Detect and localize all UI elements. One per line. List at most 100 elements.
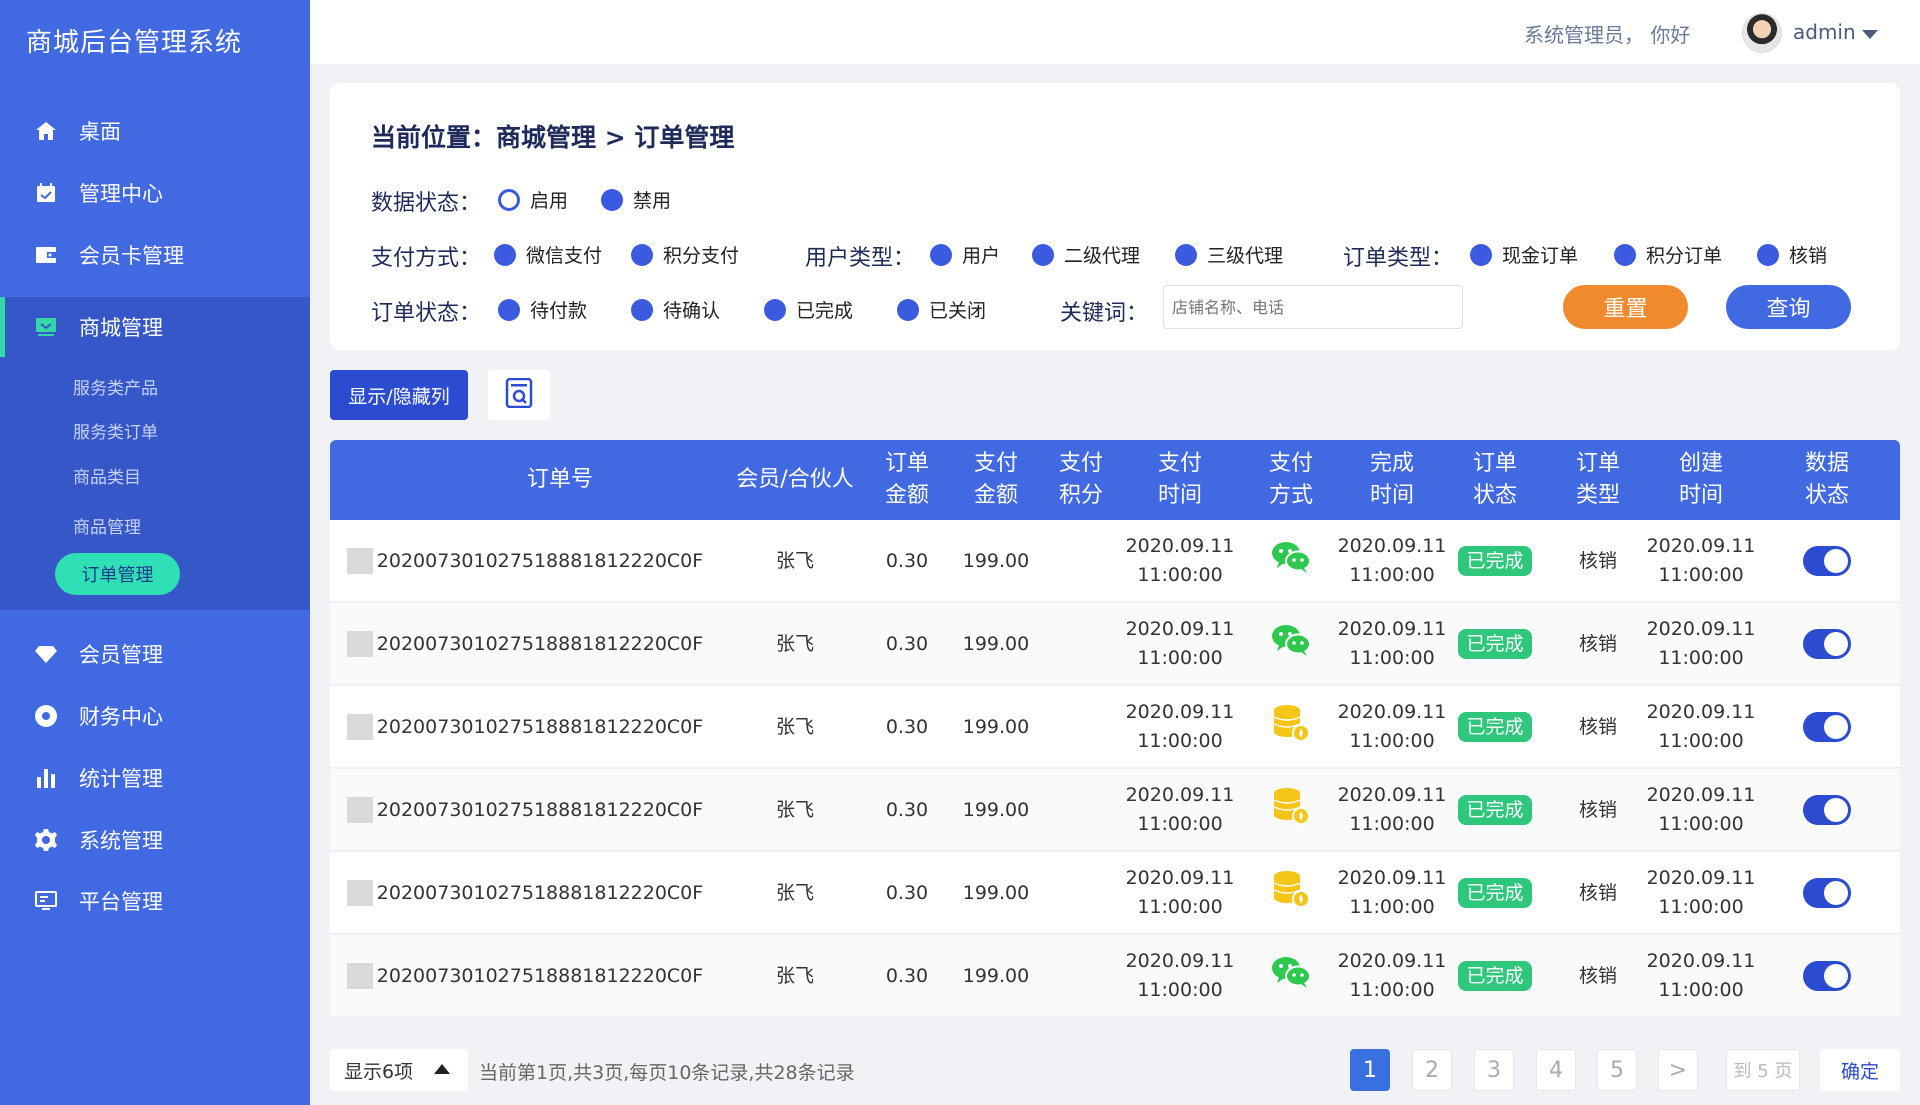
submenu-product-categories[interactable]: 商品类目 (73, 463, 141, 488)
sidebar-item-platform[interactable]: 平台管理 (0, 871, 310, 931)
option-label: 待确认 (663, 300, 721, 322)
export-button[interactable] (488, 370, 550, 420)
page-button-4[interactable]: 4 (1536, 1049, 1576, 1091)
cell-order-type: 核销 (1578, 715, 1617, 738)
home-icon (33, 118, 59, 144)
radio-filled-icon (930, 243, 952, 266)
time-text: 11:00:00 (1349, 896, 1435, 918)
cell-pay-points (1031, 603, 1131, 685)
page-size-select[interactable]: 显示6项 (330, 1049, 468, 1091)
reset-button[interactable]: 重置 (1563, 285, 1688, 329)
cell-data-status (1797, 603, 1857, 685)
sidebar-item-label: 管理中心 (79, 182, 163, 206)
status-toggle[interactable] (1803, 961, 1851, 991)
username[interactable]: admin (1793, 20, 1856, 44)
radio-status-pending-pay[interactable]: 待付款 (498, 296, 587, 323)
cell-create-time: 2020.09.11 11:00:00 (1641, 852, 1761, 934)
radio-order-type-points[interactable]: 积分订单 (1614, 241, 1722, 268)
pay-method-label: 支付方式： (371, 246, 482, 271)
radio-status-completed[interactable]: 已完成 (764, 296, 853, 323)
toggle-columns-button[interactable]: 显示/隐藏列 (330, 370, 468, 420)
cell-create-time: 2020.09.11 11:00:00 (1641, 935, 1761, 1017)
radio-order-type-cash[interactable]: 现金订单 (1470, 241, 1578, 268)
table-row: 202007301027518881812220C0F 张飞 0.30 199.… (330, 935, 1900, 1017)
sidebar-item-member-management[interactable]: 会员管理 (0, 624, 310, 684)
status-toggle[interactable] (1803, 546, 1851, 576)
table-row: 202007301027518881812220C0F 张飞 0.30 199.… (330, 769, 1900, 851)
date-text: 2020.09.11 (1337, 701, 1447, 723)
data-status-label: 数据状态： (371, 191, 482, 216)
row-checkbox[interactable] (347, 880, 373, 906)
cell-member: 张飞 (775, 715, 814, 738)
sidebar-item-label: 财务中心 (79, 705, 163, 729)
radio-user-type-level3[interactable]: 三级代理 (1175, 241, 1283, 268)
row-checkbox[interactable] (347, 548, 373, 574)
sidebar-item-member-card[interactable]: 会员卡管理 (0, 225, 310, 285)
date-text: 2020.09.11 (1646, 618, 1756, 640)
cell-finish-time: 2020.09.11 11:00:00 (1332, 603, 1452, 685)
radio-status-closed[interactable]: 已关闭 (897, 296, 986, 323)
time-text: 11:00:00 (1137, 730, 1223, 752)
radio-data-status-enabled[interactable]: 启用 (498, 186, 568, 213)
sidebar-item-admin-center[interactable]: 管理中心 (0, 163, 310, 223)
page-info: 当前第1页,共3页,每页10条记录,共28条记录 (479, 1062, 855, 1084)
page-button-3[interactable]: 3 (1474, 1049, 1514, 1091)
radio-user-type-level2[interactable]: 二级代理 (1032, 241, 1140, 268)
cell-member: 张飞 (775, 549, 814, 572)
submenu-product-management[interactable]: 商品管理 (73, 513, 141, 538)
status-toggle[interactable] (1803, 795, 1851, 825)
sidebar-item-label: 系统管理 (79, 829, 163, 853)
option-label: 积分订单 (1646, 245, 1723, 267)
option-label: 核销 (1789, 245, 1828, 267)
status-toggle[interactable] (1803, 878, 1851, 908)
status-badge: 已完成 (1458, 878, 1532, 908)
status-toggle[interactable] (1803, 712, 1851, 742)
option-label: 已关闭 (929, 300, 987, 322)
sidebar-item-system[interactable]: 系统管理 (0, 810, 310, 870)
chevron-down-icon[interactable] (1862, 30, 1878, 39)
cell-finish-time: 2020.09.11 11:00:00 (1332, 769, 1452, 851)
sidebar-item-mall[interactable]: 商城管理 (0, 297, 310, 357)
radio-pay-wechat[interactable]: 微信支付 (494, 241, 602, 268)
table-row: 202007301027518881812220C0F 张飞 0.30 199.… (330, 603, 1900, 685)
header-finish-time: 完成 时间 (1369, 451, 1414, 508)
avatar[interactable] (1742, 13, 1782, 53)
radio-data-status-disabled[interactable]: 禁用 (601, 186, 671, 213)
table-header: 订单号 会员/合伙人 订单 金额 支付 金额 支付 积分 支付 时间 支付 方式… (330, 440, 1900, 520)
cell-pay-method (1261, 520, 1321, 602)
submenu-order-management[interactable]: 订单管理 (55, 553, 180, 595)
radio-pay-points[interactable]: 积分支付 (631, 241, 739, 268)
submenu-service-products[interactable]: 服务类产品 (73, 374, 158, 399)
row-checkbox[interactable] (347, 797, 373, 823)
goto-page-input[interactable]: 到 5 页 (1726, 1049, 1800, 1091)
radio-order-type-redeem[interactable]: 核销 (1757, 241, 1827, 268)
cell-order-amount: 0.30 (885, 964, 929, 987)
time-text: 11:00:00 (1137, 979, 1223, 1001)
radio-filled-icon (631, 243, 653, 266)
page-button-5[interactable]: 5 (1597, 1049, 1637, 1091)
cell-order-no: 202007301027518881812220C0F (376, 715, 704, 738)
next-page-button[interactable]: > (1658, 1049, 1698, 1091)
cell-create-time: 2020.09.11 11:00:00 (1641, 603, 1761, 685)
row-checkbox[interactable] (347, 631, 373, 657)
cell-create-time: 2020.09.11 11:00:00 (1641, 520, 1761, 602)
query-button[interactable]: 查询 (1726, 285, 1851, 329)
submenu-service-orders[interactable]: 服务类订单 (73, 418, 158, 443)
keyword-input[interactable] (1163, 285, 1463, 329)
radio-filled-icon (631, 298, 653, 321)
radio-status-pending-confirm[interactable]: 待确认 (631, 296, 720, 323)
radio-user-type-user[interactable]: 用户 (930, 241, 1000, 268)
sidebar-item-desktop[interactable]: 桌面 (0, 101, 310, 161)
sidebar-item-finance[interactable]: 财务中心 (0, 686, 310, 746)
page-button-2[interactable]: 2 (1412, 1049, 1452, 1091)
order-status-label: 订单状态： (371, 301, 482, 326)
row-checkbox[interactable] (347, 714, 373, 740)
status-toggle[interactable] (1803, 629, 1851, 659)
time-text: 11:00:00 (1349, 730, 1435, 752)
confirm-page-button[interactable]: 确定 (1820, 1049, 1900, 1091)
sidebar-item-statistics[interactable]: 统计管理 (0, 748, 310, 808)
radio-filled-icon (1614, 243, 1636, 266)
page-button-1[interactable]: 1 (1350, 1049, 1390, 1091)
row-checkbox[interactable] (347, 963, 373, 989)
option-label: 启用 (530, 190, 569, 212)
